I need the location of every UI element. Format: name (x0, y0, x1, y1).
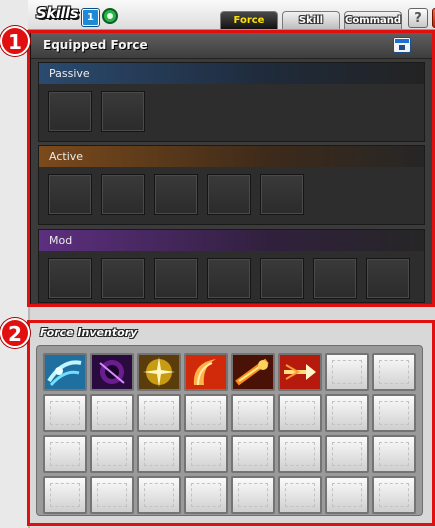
mod-slot[interactable] (101, 258, 145, 299)
inventory-slot[interactable] (184, 435, 228, 473)
mod-label: Mod (39, 230, 424, 251)
force-inventory-label: Force Inventory (40, 326, 138, 339)
tab-command[interactable]: Command (344, 11, 402, 29)
mod-section: Mod (38, 229, 425, 303)
inventory-slot[interactable] (137, 435, 181, 473)
window-titlebar[interactable]: Skills 1 Force Skill Command ? ✕ (28, 0, 435, 30)
mod-slot[interactable] (313, 258, 357, 299)
mod-slot[interactable] (154, 258, 198, 299)
inventory-slot[interactable] (325, 353, 369, 391)
annotation-marker-1: 1 (0, 26, 30, 56)
inventory-slot[interactable] (90, 353, 134, 391)
holy-star-skill-icon (139, 355, 179, 389)
inventory-slot[interactable] (231, 435, 275, 473)
inventory-slot[interactable] (325, 435, 369, 473)
tab-force[interactable]: Force (220, 11, 278, 29)
inventory-slot[interactable] (184, 353, 228, 391)
wind-slash-skill-icon (45, 355, 85, 389)
inventory-slot[interactable] (372, 394, 416, 432)
inventory-slot[interactable] (278, 476, 322, 514)
inventory-slot[interactable] (184, 476, 228, 514)
mod-slot[interactable] (366, 258, 410, 299)
flame-burst-skill-icon (233, 355, 273, 389)
active-slot[interactable] (48, 174, 92, 215)
active-label: Active (39, 146, 424, 167)
passive-slot[interactable] (48, 91, 92, 132)
inventory-slot[interactable] (43, 353, 87, 391)
inventory-slot[interactable] (43, 476, 87, 514)
crescent-fire-skill-icon (186, 355, 226, 389)
inventory-slot[interactable] (137, 353, 181, 391)
mod-slot[interactable] (207, 258, 251, 299)
inventory-slot[interactable] (231, 394, 275, 432)
inventory-slot[interactable] (231, 476, 275, 514)
inventory-slot[interactable] (90, 476, 134, 514)
active-slot[interactable] (154, 174, 198, 215)
inventory-slot[interactable] (231, 353, 275, 391)
inventory-slot[interactable] (325, 394, 369, 432)
tab-skill[interactable]: Skill (282, 11, 340, 29)
window-title: Skills (36, 4, 79, 22)
inventory-slot[interactable] (278, 394, 322, 432)
mod-slot[interactable] (260, 258, 304, 299)
active-slot[interactable] (207, 174, 251, 215)
inventory-slot[interactable] (43, 435, 87, 473)
inventory-slot[interactable] (372, 476, 416, 514)
annotation-marker-2: 2 (0, 318, 30, 348)
inventory-slot[interactable] (43, 394, 87, 432)
green-refresh-icon[interactable] (102, 8, 118, 24)
equipped-force-title: Equipped Force (43, 38, 148, 52)
inventory-slot[interactable] (184, 394, 228, 432)
film-clapper-icon[interactable] (393, 37, 411, 53)
active-slot[interactable] (101, 174, 145, 215)
active-slot[interactable] (260, 174, 304, 215)
inventory-slot[interactable] (137, 476, 181, 514)
equipped-force-panel: Equipped Force Passive Active Mod (30, 31, 433, 305)
inventory-slot[interactable] (372, 435, 416, 473)
dark-orb-skill-icon (92, 355, 132, 389)
inventory-slot[interactable] (278, 435, 322, 473)
passive-section: Passive (38, 62, 425, 142)
help-button[interactable]: ? (408, 8, 428, 28)
fire-arrow-skill-icon (280, 355, 320, 389)
active-section: Active (38, 145, 425, 225)
inventory-slot[interactable] (372, 353, 416, 391)
inventory-slot[interactable] (90, 394, 134, 432)
equipped-force-header: Equipped Force (31, 32, 432, 59)
mod-slot[interactable] (48, 258, 92, 299)
inventory-slot[interactable] (90, 435, 134, 473)
passive-slot[interactable] (101, 91, 145, 132)
inventory-slot[interactable] (137, 394, 181, 432)
passive-label: Passive (39, 63, 424, 84)
force-inventory-grid (36, 345, 423, 516)
inventory-slot[interactable] (325, 476, 369, 514)
inventory-slot[interactable] (278, 353, 322, 391)
skill-points-badge: 1 (82, 9, 99, 26)
